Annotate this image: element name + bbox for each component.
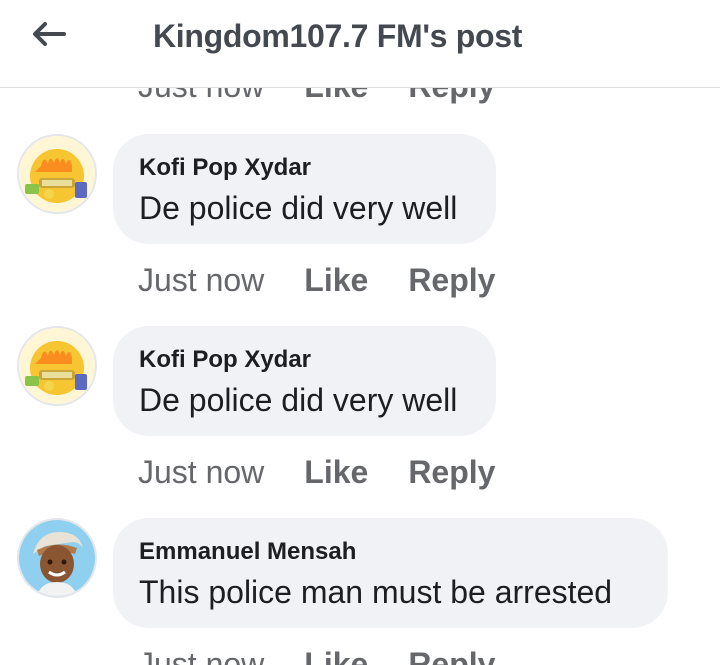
emoji-avatar-icon	[19, 136, 95, 212]
comment-text: De police did very well	[139, 382, 458, 418]
like-button[interactable]: Like	[304, 454, 368, 491]
emoji-avatar-icon	[19, 328, 95, 404]
comment-timestamp: Just now	[138, 261, 265, 298]
comment-text: This police man must be arrested	[139, 574, 613, 610]
comment-feed: Just now Like Reply Kofi Pop Xydar De po…	[0, 0, 720, 665]
back-button[interactable]	[24, 16, 72, 52]
page-title: Kingdom107.7 FM's post	[153, 18, 523, 54]
comment-actions: Just now Like Reply	[138, 644, 495, 665]
comment-actions: Just now Like Reply	[138, 452, 495, 492]
reply-button[interactable]: Reply	[408, 646, 495, 665]
like-button[interactable]: Like	[304, 646, 368, 665]
arrow-left-icon	[33, 22, 66, 46]
comment-author[interactable]: Emmanuel Mensah	[139, 538, 642, 568]
reply-button[interactable]: Reply	[408, 262, 495, 299]
comment-bubble: Emmanuel Mensah This police man must be …	[113, 518, 668, 628]
person-avatar-icon	[19, 520, 95, 596]
like-button[interactable]: Like	[304, 262, 368, 299]
comment-text: De police did very well	[139, 190, 458, 226]
avatar[interactable]	[17, 326, 97, 406]
comment-bubble: Kofi Pop Xydar De police did very well	[113, 326, 496, 436]
comment-timestamp: Just now	[138, 645, 265, 665]
comment-actions: Just now Like Reply	[138, 260, 495, 300]
post-header: Kingdom107.7 FM's post	[0, 0, 720, 88]
comment-author[interactable]: Kofi Pop Xydar	[139, 154, 470, 184]
reply-button[interactable]: Reply	[408, 454, 495, 491]
comment-timestamp: Just now	[138, 453, 265, 490]
comment-author[interactable]: Kofi Pop Xydar	[139, 346, 470, 376]
comment-bubble: Kofi Pop Xydar De police did very well	[113, 134, 496, 244]
avatar[interactable]	[17, 134, 97, 214]
avatar[interactable]	[17, 518, 97, 598]
